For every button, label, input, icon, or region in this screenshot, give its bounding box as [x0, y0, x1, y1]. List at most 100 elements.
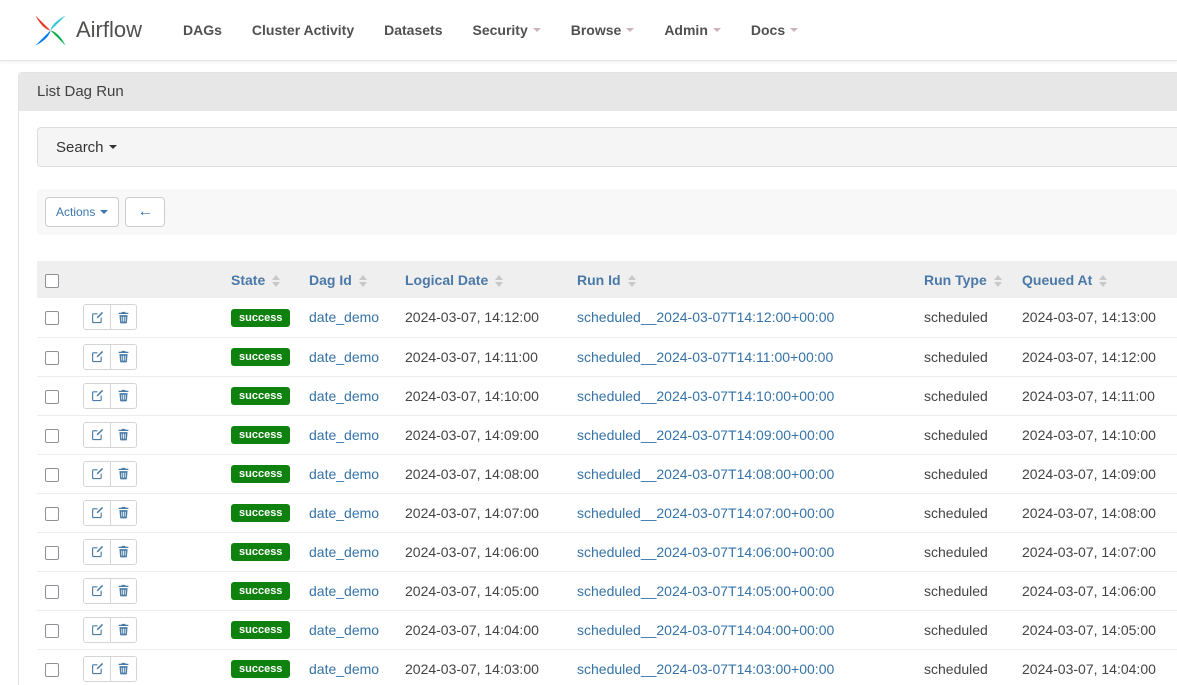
- delete-button[interactable]: [110, 618, 136, 642]
- dag-id-link[interactable]: date_demo: [309, 544, 379, 560]
- column-header-label: State: [231, 272, 265, 288]
- nav-item-label: Security: [472, 22, 527, 38]
- dag-id-link[interactable]: date_demo: [309, 388, 379, 404]
- column-header-label: Logical Date: [405, 272, 488, 288]
- nav-item-browse[interactable]: Browse: [556, 22, 650, 38]
- edit-button[interactable]: [84, 423, 110, 447]
- select-all-checkbox[interactable]: [45, 274, 59, 288]
- delete-button[interactable]: [110, 579, 136, 603]
- logical-date-cell: 2024-03-07, 14:03:00: [397, 649, 569, 685]
- dag-run-table: State Dag Id Logical Date Run Id Run Type Que…: [37, 261, 1177, 685]
- edit-button[interactable]: [84, 618, 110, 642]
- table-row: success date_demo 2024-03-07, 14:05:00 s…: [37, 571, 1177, 610]
- nav-item-security[interactable]: Security: [457, 22, 555, 38]
- run-type-cell: scheduled: [916, 376, 1014, 415]
- edit-button[interactable]: [84, 384, 110, 408]
- actions-label: Actions: [56, 205, 95, 219]
- dag-id-link[interactable]: date_demo: [309, 309, 379, 325]
- edit-button[interactable]: [84, 657, 110, 681]
- run-type-cell: scheduled: [916, 415, 1014, 454]
- row-checkbox[interactable]: [45, 585, 59, 599]
- logical-date-cell: 2024-03-07, 14:06:00: [397, 532, 569, 571]
- edit-button[interactable]: [84, 345, 110, 369]
- queued-at-cell: 2024-03-07, 14:05:00: [1014, 610, 1177, 649]
- airflow-logo[interactable]: Airflow: [33, 13, 142, 48]
- row-checkbox[interactable]: [45, 663, 59, 677]
- delete-button[interactable]: [110, 423, 136, 447]
- table-row: success date_demo 2024-03-07, 14:12:00 s…: [37, 298, 1177, 337]
- trash-icon: [117, 623, 130, 636]
- run-id-link[interactable]: scheduled__2024-03-07T14:09:00+00:00: [577, 427, 834, 443]
- page-title: List Dag Run: [19, 73, 1177, 111]
- run-id-link[interactable]: scheduled__2024-03-07T14:07:00+00:00: [577, 505, 834, 521]
- row-checkbox[interactable]: [45, 390, 59, 404]
- nav-item-cluster-activity[interactable]: Cluster Activity: [237, 22, 369, 38]
- run-id-link[interactable]: scheduled__2024-03-07T14:05:00+00:00: [577, 583, 834, 599]
- row-checkbox[interactable]: [45, 351, 59, 365]
- column-header-state[interactable]: State: [223, 261, 301, 298]
- nav-item-datasets[interactable]: Datasets: [369, 22, 457, 38]
- edit-button[interactable]: [84, 540, 110, 564]
- delete-button[interactable]: [110, 501, 136, 525]
- edit-button[interactable]: [84, 462, 110, 486]
- nav-item-label: Docs: [751, 22, 785, 38]
- nav-item-dags[interactable]: DAGs: [168, 22, 237, 38]
- run-id-link[interactable]: scheduled__2024-03-07T14:11:00+00:00: [577, 349, 833, 365]
- edit-button[interactable]: [84, 579, 110, 603]
- edit-pencil-icon: [91, 545, 104, 558]
- column-header-label: Run Type: [924, 272, 987, 288]
- edit-button[interactable]: [84, 305, 110, 329]
- chevron-down-icon: [790, 28, 798, 32]
- delete-button[interactable]: [110, 540, 136, 564]
- column-header-logical-date[interactable]: Logical Date: [397, 261, 569, 298]
- actions-dropdown-button[interactable]: Actions: [45, 197, 119, 227]
- nav-item-label: Browse: [571, 22, 622, 38]
- edit-button[interactable]: [84, 501, 110, 525]
- run-id-link[interactable]: scheduled__2024-03-07T14:12:00+00:00: [577, 309, 834, 325]
- column-header-queued-at[interactable]: Queued At: [1014, 261, 1177, 298]
- status-badge: success: [231, 543, 290, 561]
- nav-item-docs[interactable]: Docs: [736, 22, 813, 38]
- dag-id-link[interactable]: date_demo: [309, 583, 379, 599]
- dag-id-link[interactable]: date_demo: [309, 661, 379, 677]
- row-checkbox[interactable]: [45, 429, 59, 443]
- back-button[interactable]: ←: [125, 197, 165, 227]
- search-dropdown[interactable]: Search: [37, 127, 1177, 167]
- sort-icon: [495, 275, 503, 287]
- run-type-cell: scheduled: [916, 493, 1014, 532]
- row-checkbox[interactable]: [45, 468, 59, 482]
- status-badge: success: [231, 465, 290, 483]
- dag-id-link[interactable]: date_demo: [309, 349, 379, 365]
- row-checkbox[interactable]: [45, 546, 59, 560]
- delete-button[interactable]: [110, 384, 136, 408]
- actions-bar: Actions ←: [37, 189, 1177, 235]
- row-checkbox[interactable]: [45, 507, 59, 521]
- nav-item-admin[interactable]: Admin: [649, 22, 736, 38]
- table-row: success date_demo 2024-03-07, 14:03:00 s…: [37, 649, 1177, 685]
- column-header-dag-id[interactable]: Dag Id: [301, 261, 397, 298]
- column-header-run-id[interactable]: Run Id: [569, 261, 916, 298]
- queued-at-cell: 2024-03-07, 14:04:00: [1014, 649, 1177, 685]
- run-id-link[interactable]: scheduled__2024-03-07T14:10:00+00:00: [577, 388, 834, 404]
- edit-pencil-icon: [91, 389, 104, 402]
- dag-id-link[interactable]: date_demo: [309, 466, 379, 482]
- dag-id-link[interactable]: date_demo: [309, 505, 379, 521]
- logical-date-cell: 2024-03-07, 14:09:00: [397, 415, 569, 454]
- run-id-link[interactable]: scheduled__2024-03-07T14:03:00+00:00: [577, 661, 834, 677]
- run-type-cell: scheduled: [916, 571, 1014, 610]
- delete-button[interactable]: [110, 462, 136, 486]
- run-id-link[interactable]: scheduled__2024-03-07T14:04:00+00:00: [577, 622, 834, 638]
- nav-item-label: Datasets: [384, 22, 442, 38]
- delete-button[interactable]: [110, 657, 136, 681]
- trash-icon: [117, 506, 130, 519]
- row-checkbox[interactable]: [45, 624, 59, 638]
- dag-id-link[interactable]: date_demo: [309, 427, 379, 443]
- run-id-link[interactable]: scheduled__2024-03-07T14:08:00+00:00: [577, 466, 834, 482]
- dag-id-link[interactable]: date_demo: [309, 622, 379, 638]
- column-header-run-type[interactable]: Run Type: [916, 261, 1014, 298]
- run-id-link[interactable]: scheduled__2024-03-07T14:06:00+00:00: [577, 544, 834, 560]
- delete-button[interactable]: [110, 305, 136, 329]
- row-checkbox[interactable]: [45, 311, 59, 325]
- delete-button[interactable]: [110, 345, 136, 369]
- queued-at-cell: 2024-03-07, 14:13:00: [1014, 298, 1177, 337]
